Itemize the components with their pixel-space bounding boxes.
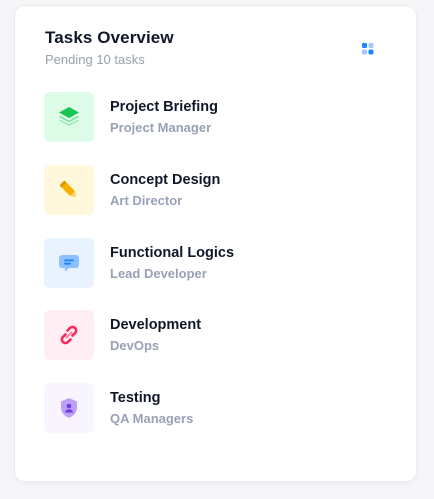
task-item-testing[interactable]: Testing QA Managers [44, 383, 384, 433]
task-item-functional-logics[interactable]: Functional Logics Lead Developer [44, 238, 384, 288]
link-icon [60, 325, 78, 345]
task-title[interactable]: Testing [110, 390, 160, 406]
task-icon-box [44, 92, 94, 142]
message-icon [59, 255, 79, 272]
task-icon-box [44, 238, 94, 288]
pencil-icon [59, 180, 77, 198]
task-subtitle: Art Director [110, 193, 183, 208]
card-subtitle: Pending 10 tasks [45, 52, 145, 67]
task-title[interactable]: Development [110, 317, 201, 333]
layers-icon [59, 107, 79, 126]
task-icon-box [44, 310, 94, 360]
task-subtitle: QA Managers [110, 411, 194, 426]
task-subtitle: Lead Developer [110, 266, 207, 281]
task-title[interactable]: Functional Logics [110, 245, 234, 261]
task-icon-box [44, 165, 94, 215]
task-icon-box [44, 383, 94, 433]
tasks-overview-card: Tasks Overview Pending 10 tasks Project … [15, 6, 416, 481]
task-subtitle: DevOps [110, 338, 160, 353]
shield-user-icon [61, 398, 77, 418]
task-item-development[interactable]: Development DevOps [44, 310, 384, 360]
task-item-project-briefing[interactable]: Project Briefing Project Manager [44, 92, 384, 142]
menu-button[interactable] [358, 39, 378, 59]
task-item-concept-design[interactable]: Concept Design Art Director [44, 165, 384, 215]
dots-grid-icon [362, 43, 374, 55]
task-title[interactable]: Project Briefing [110, 99, 218, 115]
task-subtitle: Project Manager [110, 120, 212, 135]
task-title[interactable]: Concept Design [110, 172, 220, 188]
card-title: Tasks Overview [45, 28, 174, 47]
